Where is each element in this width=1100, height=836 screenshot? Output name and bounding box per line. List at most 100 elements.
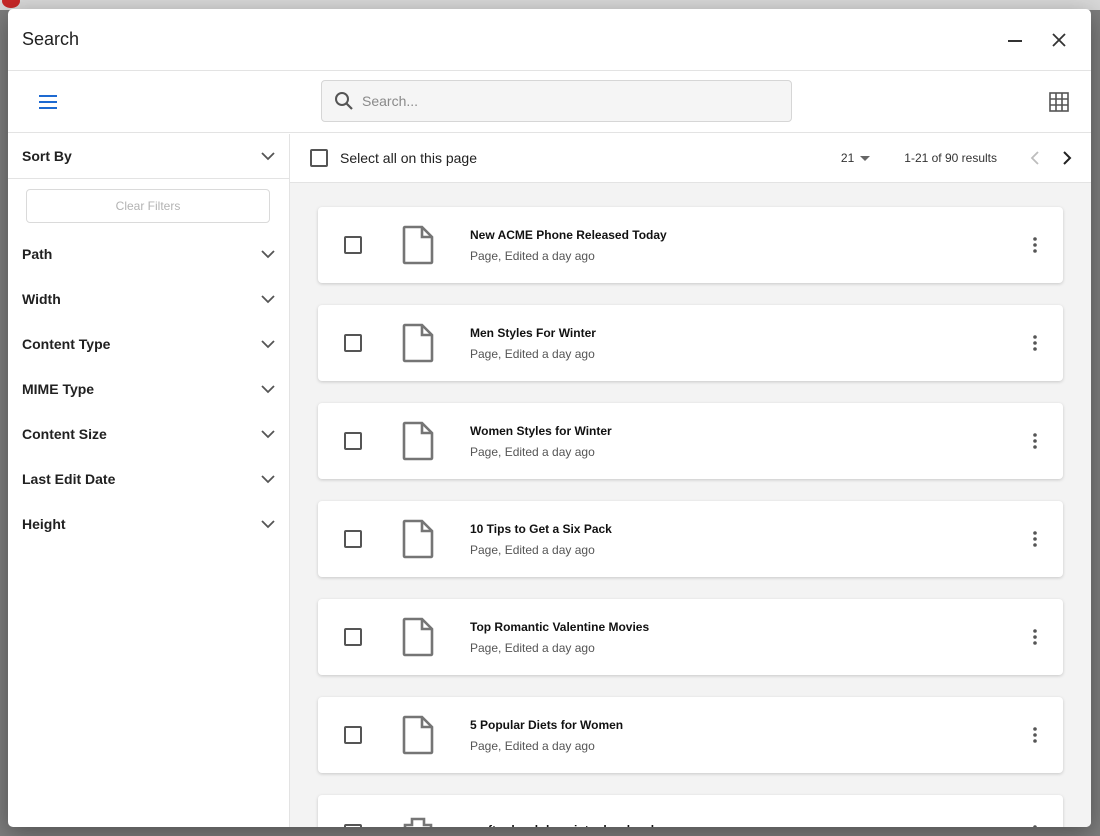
sort-by-label: Sort By: [22, 148, 72, 164]
select-all-label: Select all on this page: [340, 150, 477, 166]
item-meta: Page, Edited a day ago: [470, 346, 595, 361]
item-checkbox[interactable]: [344, 334, 362, 352]
select-all-checkbox[interactable]: [310, 149, 328, 167]
item-info: Men Styles For Winter Page, Edited a day …: [470, 326, 596, 361]
component-icon: [403, 817, 433, 827]
filter-last-edit-date[interactable]: Last Edit Date: [8, 456, 289, 501]
item-checkbox[interactable]: [344, 726, 362, 744]
item-options-button[interactable]: [1019, 229, 1051, 261]
more-vertical-icon: [1033, 237, 1037, 253]
item-checkbox[interactable]: [344, 236, 362, 254]
grid-view-button[interactable]: [1045, 88, 1073, 116]
result-item[interactable]: crafter-level-descriptor.level.xml: [318, 795, 1063, 827]
results-count: 1-21 of 90 results: [904, 151, 997, 165]
chevron-down-icon: [261, 474, 275, 483]
filter-width[interactable]: Width: [8, 276, 289, 321]
item-name[interactable]: 5 Popular Diets for Women: [470, 718, 623, 732]
item-meta: Page, Edited a day ago: [470, 444, 595, 459]
search-box: [321, 80, 792, 122]
next-page-button[interactable]: [1051, 142, 1083, 174]
more-vertical-icon: [1033, 629, 1037, 645]
item-name[interactable]: 10 Tips to Get a Six Pack: [470, 522, 612, 536]
filter-mime-type[interactable]: MIME Type: [8, 366, 289, 411]
filter-label: Content Type: [22, 335, 111, 352]
previous-page-button[interactable]: [1019, 142, 1051, 174]
hamburger-menu-icon: [39, 95, 57, 109]
sort-by-dropdown[interactable]: Sort By: [8, 134, 289, 179]
filter-label: Content Size: [22, 425, 107, 442]
item-checkbox[interactable]: [344, 628, 362, 646]
item-options-button[interactable]: [1019, 327, 1051, 359]
item-options-button[interactable]: [1019, 719, 1051, 751]
filter-list: Path Width Content Type MIME Type Content Si…: [8, 231, 289, 546]
items-per-page-value: 21: [840, 151, 855, 165]
item-icon: [400, 420, 436, 462]
item-checkbox[interactable]: [344, 530, 362, 548]
page-file-icon: [402, 617, 434, 657]
item-info: 10 Tips to Get a Six Pack Page, Edited a …: [470, 522, 612, 557]
item-icon: [400, 812, 436, 827]
item-meta: Page, Edited a day ago: [470, 248, 595, 263]
chevron-down-icon: [261, 152, 275, 161]
item-options-button[interactable]: [1019, 621, 1051, 653]
item-name[interactable]: New ACME Phone Released Today: [470, 228, 667, 242]
toggle-sidebar-button[interactable]: [32, 86, 64, 118]
item-icon: [400, 518, 436, 560]
chevron-right-icon: [1063, 151, 1072, 165]
items-per-page-select[interactable]: 21: [840, 151, 871, 165]
clear-filters-button[interactable]: Clear Filters: [26, 189, 270, 223]
item-options-button[interactable]: [1019, 425, 1051, 457]
close-icon: [1052, 32, 1066, 47]
item-checkbox[interactable]: [344, 824, 362, 827]
filter-content-type[interactable]: Content Type: [8, 321, 289, 366]
item-name[interactable]: Men Styles For Winter: [470, 326, 596, 340]
item-name[interactable]: Women Styles for Winter: [470, 424, 612, 438]
chevron-down-icon: [261, 249, 275, 258]
item-meta: Page, Edited a day ago: [470, 542, 595, 557]
search-icon: [335, 92, 353, 110]
item-options-button[interactable]: [1019, 523, 1051, 555]
result-item[interactable]: Men Styles For Winter Page, Edited a day …: [318, 305, 1063, 381]
chevron-down-icon: [261, 519, 275, 528]
chevron-down-icon: [261, 294, 275, 303]
result-item[interactable]: 10 Tips to Get a Six Pack Page, Edited a …: [318, 501, 1063, 577]
item-info: 5 Popular Diets for Women Page, Edited a …: [470, 718, 623, 753]
item-checkbox[interactable]: [344, 432, 362, 450]
results-header: Select all on this page 21 1-21 of 90 re…: [290, 134, 1091, 183]
grid-view-icon: [1049, 92, 1069, 112]
filter-path[interactable]: Path: [8, 231, 289, 276]
item-options-button[interactable]: [1019, 817, 1051, 827]
item-icon: [400, 322, 436, 364]
filter-height[interactable]: Height: [8, 501, 289, 546]
results-panel: Select all on this page 21 1-21 of 90 re…: [290, 134, 1091, 827]
minimize-button[interactable]: [997, 22, 1033, 58]
more-vertical-icon: [1033, 335, 1037, 351]
item-info: Women Styles for Winter Page, Edited a da…: [470, 424, 612, 459]
chevron-down-icon: [261, 384, 275, 393]
item-name[interactable]: crafter-level-descriptor.level.xml: [470, 823, 654, 828]
pagination: [1019, 142, 1083, 174]
result-item[interactable]: Top Romantic Valentine Movies Page, Edite…: [318, 599, 1063, 675]
item-info: Top Romantic Valentine Movies Page, Edite…: [470, 620, 649, 655]
result-item[interactable]: Women Styles for Winter Page, Edited a da…: [318, 403, 1063, 479]
chevron-down-icon: [261, 429, 275, 438]
page-file-icon: [402, 715, 434, 755]
filter-label: Height: [22, 515, 66, 532]
dialog-title-bar: Search: [8, 9, 1091, 71]
item-icon: [400, 224, 436, 266]
filter-content-size[interactable]: Content Size: [8, 411, 289, 456]
dialog-body: Sort By Clear Filters Path Width Content T…: [8, 134, 1091, 827]
search-toolbar: [8, 71, 1091, 133]
search-input[interactable]: [362, 93, 762, 109]
minimize-icon: [1008, 39, 1022, 42]
close-button[interactable]: [1041, 22, 1077, 58]
filter-label: MIME Type: [22, 380, 95, 397]
search-dialog: Search Search... Sort By Clear Filters P…: [8, 9, 1091, 827]
item-name[interactable]: Top Romantic Valentine Movies: [470, 620, 649, 634]
more-vertical-icon: [1033, 531, 1037, 547]
results-list: New ACME Phone Released Today Page, Edite…: [290, 183, 1091, 827]
item-info: crafter-level-descriptor.level.xml: [470, 823, 654, 828]
result-item[interactable]: New ACME Phone Released Today Page, Edite…: [318, 207, 1063, 283]
more-vertical-icon: [1033, 727, 1037, 743]
result-item[interactable]: 5 Popular Diets for Women Page, Edited a …: [318, 697, 1063, 773]
